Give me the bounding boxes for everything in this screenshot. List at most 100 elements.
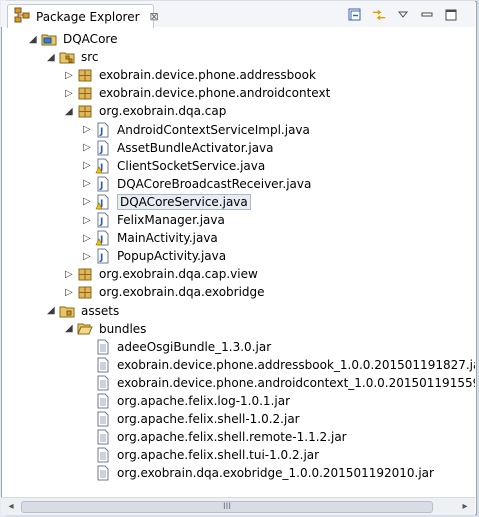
java-file-icon: J	[95, 248, 111, 264]
collapsed-arrow-icon[interactable]: ▷	[65, 287, 77, 298]
tree-item-label: org.exobrain.dqa.cap.view	[99, 267, 258, 282]
java-file-warning-icon: J	[95, 158, 111, 174]
view-menu-icon[interactable]	[395, 7, 411, 23]
tree-item-label: org.apache.felix.shell-1.0.2.jar	[117, 412, 300, 427]
tree-item[interactable]: org.apache.felix.shell.tui-1.0.2.jar	[83, 446, 319, 464]
scrollbar-thumb[interactable]: III	[21, 501, 433, 513]
package-icon	[77, 103, 93, 119]
tree-item[interactable]: adeeOsgiBundle_1.3.0.jar	[83, 338, 271, 356]
maximize-icon[interactable]	[443, 7, 459, 23]
close-icon[interactable]: ⊠	[150, 10, 159, 23]
view-toolbar	[347, 5, 475, 25]
collapsed-arrow-icon[interactable]: ▷	[65, 269, 77, 280]
tree-item[interactable]: ▷ J FelixManager.java	[83, 211, 225, 229]
jar-file-icon	[95, 447, 111, 463]
tree-item[interactable]: exobrain.device.phone.addressbook_1.0.0.…	[83, 356, 475, 374]
expanded-arrow-icon[interactable]: ◢	[47, 305, 59, 316]
tree-item[interactable]: ▷ org.exobrain.dqa.cap.view	[65, 265, 258, 283]
expanded-arrow-icon[interactable]: ◢	[65, 323, 77, 334]
java-file-icon: J	[95, 212, 111, 228]
expanded-arrow-icon[interactable]: ◢	[65, 106, 77, 117]
tree-item[interactable]: ◢ bundles	[65, 320, 146, 338]
tree-item-label: exobrain.device.phone.androidcontext	[99, 86, 331, 101]
horizontal-scrollbar[interactable]: ◂ III ▸	[1, 497, 475, 515]
scroll-right-arrow-icon[interactable]: ▸	[457, 499, 473, 514]
jar-file-icon	[95, 411, 111, 427]
jar-file-icon	[95, 375, 111, 391]
jar-file-icon	[95, 339, 111, 355]
jar-file-icon	[95, 465, 111, 481]
tree-item[interactable]: ▷ exobrain.device.phone.androidcontext	[65, 84, 330, 102]
tree-item[interactable]: ▷ J MainActivity.java	[83, 229, 218, 247]
tree-item[interactable]: ▷ J ClientSocketService.java	[83, 157, 265, 175]
tree-item-label: AndroidContextServiceImpl.java	[117, 122, 310, 137]
tree-item[interactable]: org.apache.felix.shell-1.0.2.jar	[83, 410, 300, 428]
tree-item-label: adeeOsgiBundle_1.3.0.jar	[117, 339, 272, 354]
tree-item-label: src	[81, 50, 99, 65]
tree-item-label: DQACoreBroadcastReceiver.java	[117, 176, 312, 191]
scroll-left-arrow-icon[interactable]: ◂	[3, 499, 19, 514]
expanded-arrow-icon[interactable]: ◢	[29, 34, 41, 45]
package-icon	[77, 266, 93, 282]
tree-item[interactable]: ◢ org.exobrain.dqa.cap	[65, 102, 226, 120]
collapsed-arrow-icon[interactable]: ▷	[83, 160, 95, 171]
collapsed-arrow-icon[interactable]: ▷	[65, 70, 77, 81]
link-with-editor-icon[interactable]	[371, 7, 387, 23]
tree-item-label: org.apache.felix.shell.tui-1.0.2.jar	[117, 448, 320, 463]
tree-item-label: exobrain.device.phone.androidcontext_1.0…	[117, 375, 475, 390]
tree-item[interactable]: ▷ exobrain.device.phone.addressbook	[65, 66, 316, 84]
tree-item[interactable]: org.apache.felix.shell.remote-1.1.2.jar	[83, 428, 347, 446]
tree-item[interactable]: org.apache.felix.log-1.0.1.jar	[83, 392, 290, 410]
collapsed-arrow-icon[interactable]: ▷	[83, 215, 95, 226]
tree-item-label: MainActivity.java	[117, 231, 218, 246]
collapsed-arrow-icon[interactable]: ▷	[83, 196, 95, 207]
project-icon	[41, 31, 57, 47]
tree-item-label: org.exobrain.dqa.cap	[99, 104, 227, 119]
tree-item-label: FelixManager.java	[117, 213, 225, 227]
collapsed-arrow-icon[interactable]: ▷	[83, 178, 95, 189]
tree-item-label: exobrain.device.phone.addressbook	[99, 68, 316, 83]
svg-text:J: J	[99, 127, 103, 137]
source-folder-icon	[59, 49, 75, 65]
collapsed-arrow-icon[interactable]: ▷	[83, 251, 95, 262]
svg-text:J: J	[99, 217, 103, 227]
tree-item[interactable]: ◢ assets	[47, 302, 119, 320]
tree-item[interactable]: exobrain.device.phone.androidcontext_1.0…	[83, 374, 475, 392]
collapsed-arrow-icon[interactable]: ▷	[83, 142, 95, 153]
tree-item-label: org.apache.felix.log-1.0.1.jar	[117, 394, 291, 408]
minimize-icon[interactable]	[419, 7, 435, 23]
tree-item[interactable]: ▷ J AndroidContextServiceImpl.java	[83, 121, 310, 139]
tree-item[interactable]: ◢ src	[47, 48, 99, 66]
svg-text:J: J	[99, 253, 103, 263]
collapse-all-icon[interactable]	[347, 7, 363, 23]
package-icon	[77, 85, 93, 101]
jar-file-icon	[95, 393, 111, 409]
package-icon	[77, 284, 93, 300]
tree-item-label: bundles	[99, 321, 147, 336]
java-file-warning-icon: J	[95, 230, 111, 246]
expanded-arrow-icon[interactable]: ◢	[47, 52, 59, 63]
collapsed-arrow-icon[interactable]: ▷	[83, 124, 95, 135]
tree-item[interactable]: ▷ J DQACoreService.java	[83, 193, 251, 211]
tab-title: Package Explorer	[36, 9, 140, 24]
tree-item-label: org.exobrain.dqa.exobridge_1.0.0.2015011…	[117, 466, 434, 481]
java-file-warning-icon: J	[95, 194, 111, 210]
collapsed-arrow-icon[interactable]: ▷	[83, 233, 95, 244]
tree-item[interactable]: ▷ J AssetBundleActivator.java	[83, 139, 274, 157]
java-file-icon: J	[95, 122, 111, 138]
java-file-icon: J	[95, 176, 111, 192]
tab-package-explorer[interactable]: Package Explorer ⊠	[7, 4, 159, 28]
package-tree: ◢ DQACore ◢ src ▷ exobrain.device.phone.addre…	[1, 27, 475, 492]
tree-item[interactable]: org.exobrain.dqa.exobridge_1.0.0.2015011…	[83, 464, 434, 482]
jar-file-icon	[95, 429, 111, 445]
tree-item[interactable]: ◢ DQACore	[29, 30, 117, 48]
assets-folder-icon	[59, 303, 75, 319]
package-explorer-icon	[14, 7, 30, 26]
tree-item[interactable]: ▷ org.exobrain.dqa.exobridge	[65, 283, 265, 301]
collapsed-arrow-icon[interactable]: ▷	[65, 88, 77, 99]
tree-item-label: ClientSocketService.java	[117, 158, 266, 173]
tree-item[interactable]: ▷ J PopupActivity.java	[83, 247, 226, 265]
tree-item[interactable]: ▷ J DQACoreBroadcastReceiver.java	[83, 175, 311, 193]
tree-item-label: AssetBundleActivator.java	[117, 140, 274, 155]
jar-file-icon	[95, 357, 111, 373]
